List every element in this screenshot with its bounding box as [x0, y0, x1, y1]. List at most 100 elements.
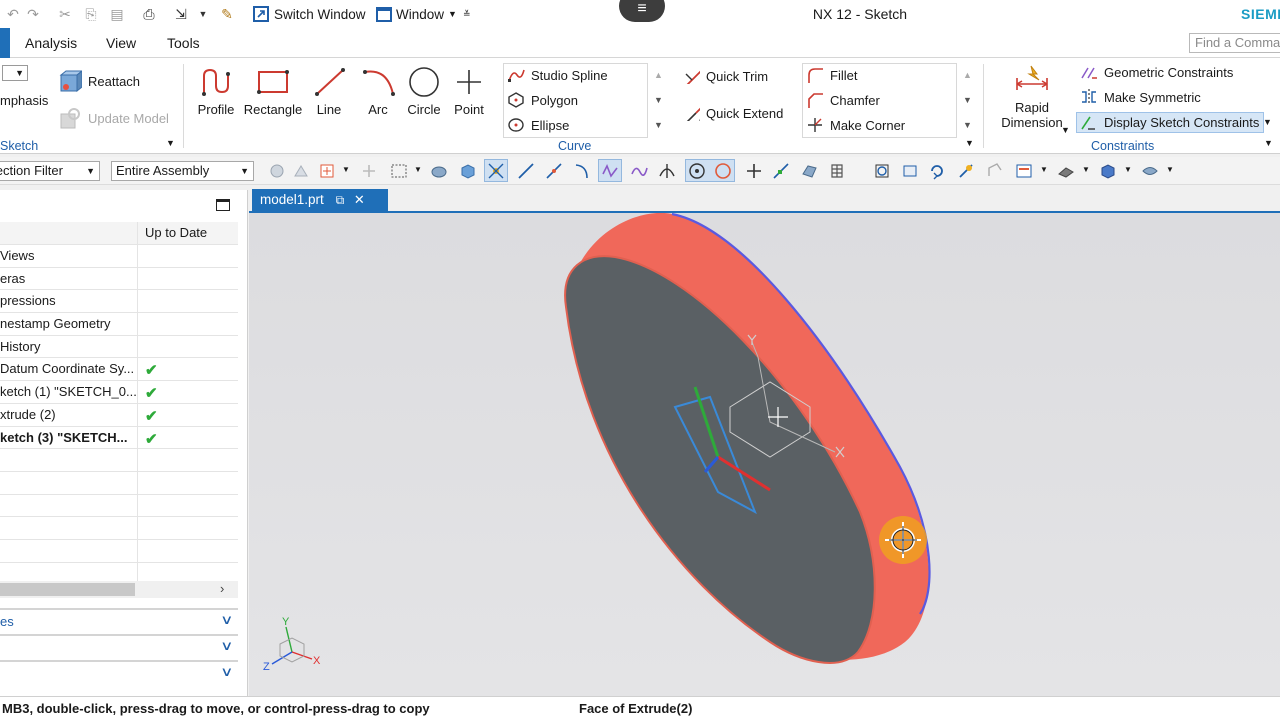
body-filter-icon[interactable] [459, 162, 477, 180]
fit-view-icon[interactable] [873, 162, 891, 180]
display-sketch-constraints-toggle[interactable]: Display Sketch Constraints [1076, 112, 1265, 133]
find-command-input[interactable]: Find a Command [1189, 33, 1280, 53]
menu-pill-button[interactable]: ≡ [619, 0, 665, 22]
rectangle-button[interactable]: Rectangle [243, 66, 303, 117]
chevron-down-icon[interactable]: ▼ [1082, 165, 1090, 174]
print-icon[interactable]: ⎙ [140, 5, 158, 23]
graphics-window-tab[interactable]: model1.prt ⧉ ✕ [252, 189, 388, 211]
make-corner-button[interactable]: Make Corner [806, 117, 905, 133]
scrollbar-thumb[interactable] [0, 583, 135, 596]
chevron-down-icon[interactable]: ▼ [342, 165, 350, 174]
touch-mode-icon[interactable]: ✎ [218, 5, 236, 23]
selection-filter-dropdown[interactable]: Selection Filter ▼ [0, 161, 100, 181]
snap-curve-icon[interactable] [630, 162, 648, 180]
navigator-row[interactable]: xtrude (2) ✔ [0, 403, 238, 427]
selection-scope-dropdown[interactable]: Entire Assembly ▼ [111, 161, 254, 181]
gallery-scroll-down-icon[interactable]: ▼ [963, 95, 972, 105]
chevron-down-icon[interactable]: ▼ [414, 165, 422, 174]
snap-end-icon[interactable] [545, 162, 563, 180]
gallery-scroll-down-icon[interactable]: ▼ [654, 95, 663, 105]
navigator-row[interactable]: ketch (3) "SKETCH... ✔ [0, 426, 238, 450]
chevron-down-icon[interactable]: ▼ [1124, 165, 1132, 174]
undock-icon[interactable]: ⧉ [336, 193, 345, 207]
profile-button[interactable]: Profile [195, 66, 237, 117]
view-cube-icon[interactable] [1099, 162, 1117, 180]
navigator-row[interactable]: Datum Coordinate Sy... ✔ [0, 358, 238, 382]
reattach-button[interactable]: Reattach [58, 69, 140, 93]
tab-view[interactable]: View [106, 35, 136, 51]
ellipse-button[interactable]: Ellipse [507, 117, 569, 133]
update-model-button[interactable]: Update Model [58, 106, 169, 130]
chevron-right-icon[interactable]: › [220, 581, 224, 596]
redo-icon[interactable]: ↷ [24, 5, 42, 23]
paste-icon[interactable]: ▤ [108, 5, 126, 23]
arc-button[interactable]: Arc [361, 66, 395, 117]
rendering-style-icon[interactable] [1015, 162, 1033, 180]
line-button[interactable]: Line [312, 66, 346, 117]
navigator-row[interactable]: History [0, 335, 238, 359]
gallery-more-icon[interactable]: ▼ [654, 120, 663, 130]
maximize-icon[interactable] [216, 199, 230, 211]
chevron-down-icon[interactable]: ▼ [1263, 117, 1272, 127]
graphics-viewport[interactable]: Y X Z [249, 211, 1280, 696]
snap-arc-icon[interactable] [573, 162, 591, 180]
up-to-date-column-header[interactable]: Up to Date [137, 222, 238, 244]
geometric-constraints-button[interactable]: Geometric Constraints [1080, 64, 1233, 80]
tab-analysis[interactable]: Analysis [25, 35, 77, 51]
quick-trim-button[interactable]: Quick Trim [682, 68, 768, 84]
navigator-row[interactable]: eras [0, 267, 238, 291]
snap-tangent-icon[interactable] [658, 162, 676, 180]
chamfer-button[interactable]: Chamfer [806, 92, 880, 108]
repeat-command-icon[interactable]: ⇲ [172, 5, 190, 23]
tab-home[interactable] [0, 28, 10, 58]
tab-tools[interactable]: Tools [167, 35, 200, 51]
navigator-row[interactable] [0, 471, 238, 495]
show-hide-icon[interactable] [1141, 162, 1159, 180]
circle-button[interactable]: Circle [404, 66, 444, 117]
snap-line-icon[interactable] [517, 162, 535, 180]
snap-bounded-grid-icon[interactable] [828, 162, 846, 180]
chevron-down-icon[interactable]: ▼ [1061, 125, 1070, 135]
navigator-section-dependencies[interactable]: es ∨ [0, 608, 238, 632]
polygon-button[interactable]: Polygon [507, 92, 578, 108]
move-icon[interactable] [360, 162, 378, 180]
chevron-down-icon[interactable]: ▼ [1166, 165, 1174, 174]
orient-view-icon[interactable] [985, 162, 1003, 180]
snap-face-icon[interactable] [800, 162, 818, 180]
quick-extend-button[interactable]: Quick Extend [682, 105, 783, 121]
switch-window-button[interactable]: Switch Window [252, 4, 366, 24]
navigator-row[interactable] [0, 494, 238, 518]
studio-spline-button[interactable]: Studio Spline [507, 67, 608, 83]
navigator-row[interactable] [0, 517, 238, 540]
copy-icon[interactable]: ⎘ [82, 5, 100, 23]
undo-icon[interactable]: ↶ [4, 5, 22, 23]
navigator-section-details[interactable]: ∨ [0, 634, 238, 658]
point-button[interactable]: Point [450, 66, 488, 117]
close-icon[interactable]: ✕ [354, 192, 365, 207]
gallery-more-icon[interactable]: ▼ [963, 120, 972, 130]
chevron-down-icon[interactable]: ▼ [1040, 165, 1048, 174]
navigator-horizontal-scrollbar[interactable]: › [0, 581, 238, 598]
chevron-down-icon[interactable]: ▼ [1264, 138, 1273, 148]
chevron-down-icon[interactable]: ▼ [965, 138, 974, 148]
snap-point-icon[interactable] [318, 162, 336, 180]
fillet-button[interactable]: Fillet [806, 67, 857, 83]
window-menu[interactable]: Window ▼ ≚ [376, 4, 470, 24]
zoom-icon[interactable] [901, 162, 919, 180]
navigator-row[interactable] [0, 539, 238, 563]
chevron-down-icon[interactable]: ▼ [166, 138, 175, 148]
navigator-row[interactable]: ketch (1) "SKETCH_0... ✔ [0, 381, 238, 404]
navigator-row[interactable] [0, 449, 238, 472]
general-object-icon[interactable] [268, 162, 286, 180]
rotate-icon[interactable] [928, 162, 946, 180]
gallery-scroll-up-icon[interactable]: ▲ [963, 70, 972, 80]
snap-on-curve-icon[interactable] [772, 162, 790, 180]
snap-intersection-icon[interactable] [745, 162, 763, 180]
feature-icon[interactable] [292, 162, 310, 180]
cut-icon[interactable]: ✂ [56, 5, 74, 23]
make-symmetric-button[interactable]: Make Symmetric [1080, 89, 1201, 105]
rapid-dimension-button[interactable]: Rapid Dimension [994, 64, 1070, 130]
gallery-scroll-up-icon[interactable]: ▲ [654, 70, 663, 80]
navigator-section-preview[interactable]: ∨ [0, 660, 238, 684]
navigator-row[interactable]: Views [0, 245, 238, 268]
